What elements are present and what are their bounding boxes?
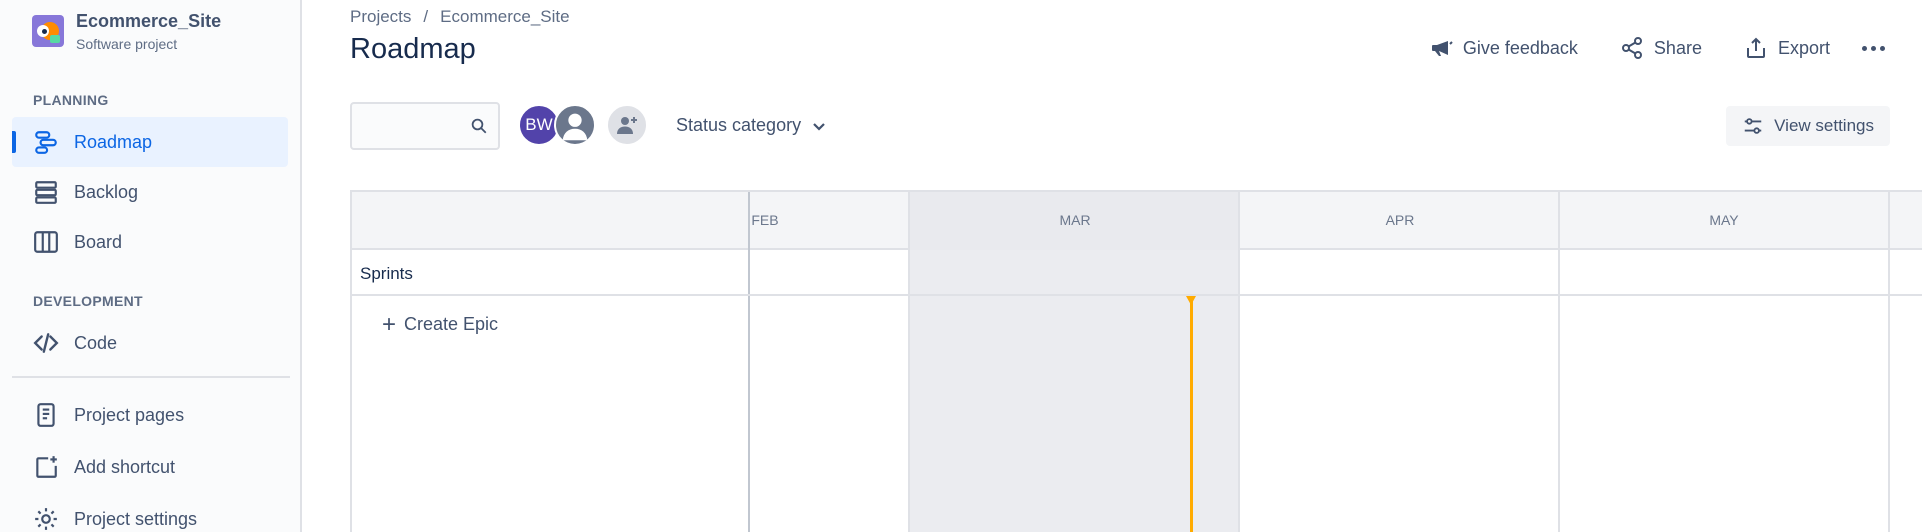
board-icon <box>32 228 60 256</box>
sliders-icon <box>1744 118 1762 134</box>
export-button[interactable]: Export <box>1744 36 1830 60</box>
view-settings-label: View settings <box>1774 116 1874 135</box>
export-label: Export <box>1777 37 1830 58</box>
search-icon <box>471 118 487 134</box>
give-feedback-button[interactable]: Give feedback <box>1429 36 1578 60</box>
month-divider <box>1888 192 1890 532</box>
sprints-row: Sprints <box>352 250 1922 296</box>
breadcrumb-project[interactable]: Ecommerce_Site <box>440 7 569 27</box>
gear-icon <box>32 505 60 532</box>
month-may: MAY <box>1709 212 1739 228</box>
month-divider <box>1558 192 1560 532</box>
sidebar-item-roadmap[interactable]: Roadmap <box>12 117 288 167</box>
sidebar-item-label: Add shortcut <box>74 456 176 477</box>
avatar-user[interactable] <box>554 104 596 146</box>
planning-section-label: PLANNING <box>33 92 109 108</box>
page-icon <box>32 401 60 429</box>
create-epic-label: Create Epic <box>404 314 499 334</box>
project-avatar <box>32 15 64 47</box>
sidebar-divider <box>12 376 290 378</box>
header-actions: Give feedback Share Export <box>1387 36 1890 60</box>
backlog-icon <box>32 178 60 206</box>
sprints-label: Sprints <box>360 264 413 283</box>
month-divider <box>908 192 910 532</box>
sidebar-item-board[interactable]: Board <box>12 217 288 267</box>
breadcrumb-projects[interactable]: Projects <box>350 7 411 27</box>
sidebar-item-label: Project pages <box>74 404 185 425</box>
user-icon <box>562 113 588 141</box>
project-type: Software project <box>76 36 178 52</box>
main-content: Projects / Ecommerce_Site Roadmap Give f… <box>304 0 1922 532</box>
share-icon <box>1621 37 1642 59</box>
code-icon <box>32 329 60 357</box>
create-epic-button[interactable]: + Create Epic <box>382 310 499 338</box>
search-input[interactable] <box>352 104 462 148</box>
roadmap-timeline: FEB MAR APR MAY Sprints + Create Epic <box>350 190 1922 532</box>
status-category-dropdown[interactable]: Status category <box>676 115 827 136</box>
sidebar-item-label: Project settings <box>74 508 198 529</box>
sidebar-item-project-settings[interactable]: Project settings <box>12 494 288 532</box>
sidebar-item-add-shortcut[interactable]: Add shortcut <box>12 442 288 492</box>
share-button[interactable]: Share <box>1620 36 1702 60</box>
view-settings-button[interactable]: View settings <box>1726 106 1890 146</box>
chevron-down-icon <box>813 122 825 131</box>
search-field[interactable] <box>350 102 500 150</box>
add-user-icon <box>617 117 637 134</box>
sidebar-item-label: Roadmap <box>74 131 153 152</box>
development-section-label: DEVELOPMENT <box>33 293 143 309</box>
breadcrumb-separator: / <box>423 7 429 26</box>
month-apr: APR <box>1385 212 1415 228</box>
give-feedback-label: Give feedback <box>1462 37 1578 58</box>
megaphone-icon <box>1431 41 1453 56</box>
project-sidebar: Ecommerce_Site Software project PLANNING… <box>0 0 302 532</box>
export-icon <box>1746 37 1765 58</box>
add-people-button[interactable] <box>606 104 648 146</box>
share-label: Share <box>1653 37 1702 58</box>
month-mar: MAR <box>1059 212 1091 228</box>
plus-icon: + <box>382 310 397 338</box>
sidebar-item-label: Board <box>74 231 123 252</box>
sidebar-item-backlog[interactable]: Backlog <box>12 167 288 217</box>
list-pane-divider[interactable] <box>748 192 750 532</box>
add-shortcut-icon <box>32 453 60 481</box>
project-header[interactable]: Ecommerce_Site Software project <box>32 10 221 54</box>
today-line <box>1190 298 1193 532</box>
breadcrumb: Projects / Ecommerce_Site <box>350 7 570 27</box>
month-feb: FEB <box>751 212 779 228</box>
sidebar-item-project-pages[interactable]: Project pages <box>12 390 288 440</box>
sidebar-item-code[interactable]: Code <box>12 318 288 368</box>
month-divider <box>1238 192 1240 532</box>
sidebar-item-label: Code <box>74 332 118 353</box>
status-category-label: Status category <box>676 115 802 135</box>
page-title: Roadmap <box>350 33 476 65</box>
more-actions-icon[interactable] <box>1862 45 1890 51</box>
sidebar-item-label: Backlog <box>74 181 139 202</box>
roadmap-icon <box>32 128 60 156</box>
project-name: Ecommerce_Site <box>76 11 222 31</box>
